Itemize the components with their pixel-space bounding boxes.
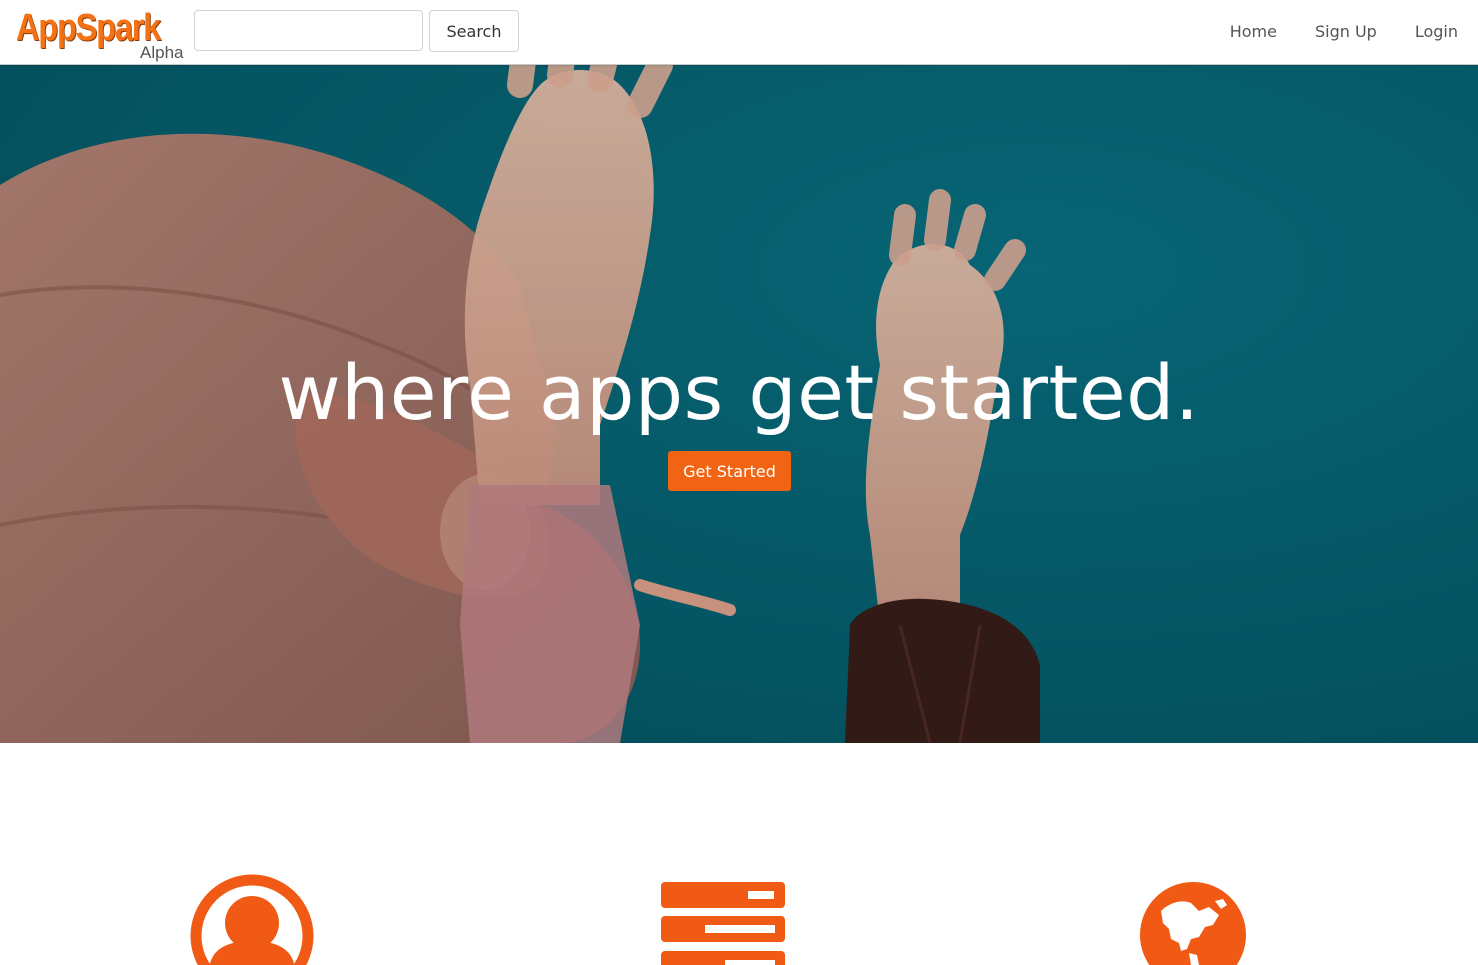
brand-logo-link[interactable]: AppSpark Alpha [16,6,188,64]
search-input[interactable] [194,10,423,51]
globe-icon [1140,882,1246,965]
get-started-button[interactable]: Get Started [668,451,791,491]
brand-tag: Alpha [140,43,184,62]
hero-section: where apps get started. Get Started [0,65,1478,743]
search-button[interactable]: Search [429,10,519,52]
nav-home-link[interactable]: Home [1230,22,1277,41]
hero-title: where apps get started. [278,348,1200,437]
nav-login-link[interactable]: Login [1415,22,1458,41]
server-icon [661,882,785,965]
nav-links: Home Sign Up Login [1192,0,1458,62]
top-navbar: AppSpark Alpha Search Home Sign Up Login [0,0,1478,65]
user-circle-icon [190,874,314,965]
nav-signup-link[interactable]: Sign Up [1315,22,1377,41]
brand-name: AppSpark [16,7,161,49]
